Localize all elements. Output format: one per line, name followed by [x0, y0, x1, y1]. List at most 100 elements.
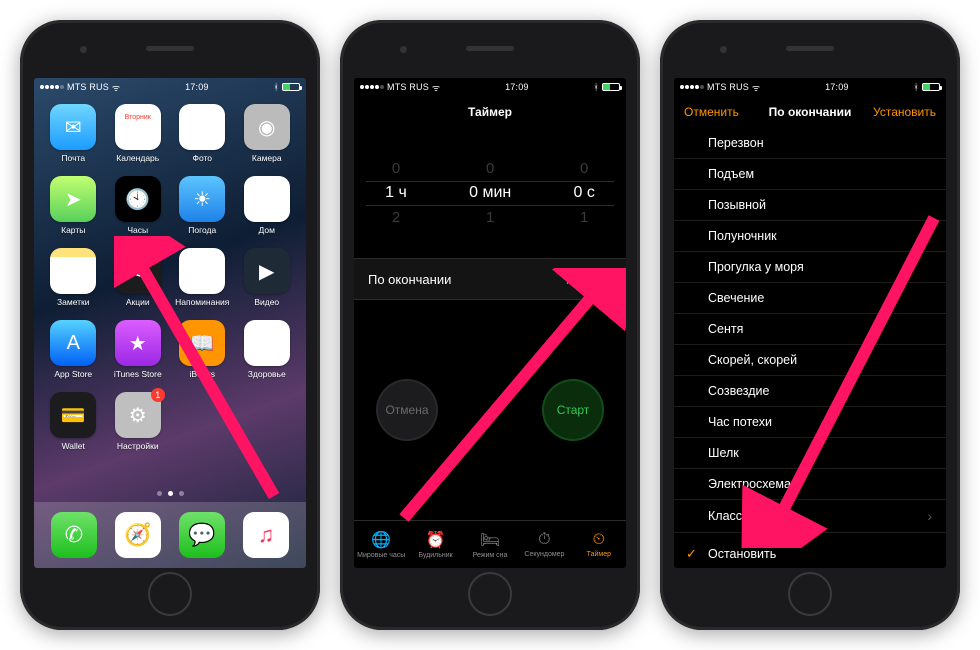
classic-label: Классические: [708, 509, 788, 523]
tab-icon: 🛏: [480, 530, 500, 550]
app-photos[interactable]: ✿Фото: [173, 104, 231, 172]
ringtone-label: Электросхема: [708, 477, 791, 491]
app-homekit[interactable]: ⌂ Дом: [238, 176, 296, 244]
tab-1[interactable]: ⏰Будильник: [408, 521, 462, 568]
app-mail[interactable]: ✉ Почта: [44, 104, 102, 172]
app-label: Почта: [61, 153, 85, 163]
time-picker[interactable]: 0 1 ч 2 0 0 мин 1 0 0 с 1: [354, 128, 626, 258]
ibooks-icon: 📖: [179, 320, 225, 366]
status-bar: MTS RUS ᯤ 17:09 ᚼ: [354, 78, 626, 96]
app-stocks[interactable]: ≋ Акции: [109, 248, 167, 316]
ringtone-item[interactable]: Перезвон: [674, 128, 946, 159]
app-video[interactable]: ▶Видео: [238, 248, 296, 316]
tab-label: Режим сна: [473, 552, 508, 559]
badge: 1: [151, 388, 165, 402]
when-timer-ends-row[interactable]: По окончании Радар ›: [354, 258, 626, 300]
app-cal[interactable]: Вторник 10Календарь: [109, 104, 167, 172]
picker-h-prev: 0: [392, 160, 400, 177]
ringtone-label: Созвездие: [708, 384, 769, 398]
tab-4[interactable]: ⏲Таймер: [572, 521, 626, 568]
ringtone-list[interactable]: ПерезвонПодъем Позывной Полуночник Прогулка…: [674, 128, 946, 568]
app-reminders[interactable]: ≡Напоминания: [173, 248, 231, 316]
tab-icon: ⏰: [426, 530, 446, 550]
dock-msg[interactable]: 💬: [179, 512, 225, 558]
app-weather[interactable]: ☀Погода: [173, 176, 231, 244]
homekit-icon: ⌂: [244, 176, 290, 222]
ringtone-item[interactable]: Подъем: [674, 159, 946, 190]
clock-label: 17:09: [505, 82, 529, 92]
cancel-button[interactable]: Отменить: [674, 96, 749, 128]
ringtone-item[interactable]: Сентя: [674, 314, 946, 345]
mail-icon: ✉: [50, 104, 96, 150]
tab-icon: ⏲: [593, 531, 605, 549]
maps-icon: ➤: [50, 176, 96, 222]
start-button[interactable]: Старт: [542, 379, 604, 441]
ringtone-label: Прогулка у моря: [708, 260, 804, 274]
status-bar: MTS RUS ᯤ 17:09 ᚼ: [674, 78, 946, 96]
picker-s-prev: 0: [580, 160, 588, 177]
bluetooth-icon: ᚼ: [593, 82, 599, 92]
ringtone-label: Позывной: [708, 198, 766, 212]
ringtone-item[interactable]: Полуночник: [674, 221, 946, 252]
signal-icon: [680, 85, 704, 89]
itunes-icon: ★: [115, 320, 161, 366]
dock-phoneic[interactable]: ✆: [51, 512, 97, 558]
app-ibooks[interactable]: 📖iBooks: [173, 320, 231, 388]
app-maps[interactable]: ➤Карты: [44, 176, 102, 244]
ringtone-item[interactable]: Созвездие: [674, 376, 946, 407]
tab-0[interactable]: 🌐Мировые часы: [354, 521, 408, 568]
front-camera: [80, 46, 87, 53]
app-settings[interactable]: ⚙1Настройки: [109, 392, 167, 460]
tab-3[interactable]: ⏱Секундомер: [517, 521, 571, 568]
app-label: Здоровье: [248, 369, 286, 379]
app-label: Акции: [126, 297, 150, 307]
set-button[interactable]: Установить: [863, 96, 946, 128]
front-camera: [400, 46, 407, 53]
home-button[interactable]: [468, 572, 512, 616]
app-label: Дом: [259, 225, 275, 235]
stop-label: Остановить: [708, 547, 776, 561]
signal-icon: [40, 85, 64, 89]
ringtone-item[interactable]: Скорей, скорей: [674, 345, 946, 376]
tab-label: Мировые часы: [357, 552, 405, 559]
ringtone-item[interactable]: Позывной: [674, 190, 946, 221]
video-icon: ▶: [244, 248, 290, 294]
app-label: Часы: [127, 225, 148, 235]
app-clock[interactable]: 🕙Часы: [109, 176, 167, 244]
bluetooth-icon: ᚼ: [913, 82, 919, 92]
dock-safari[interactable]: 🧭: [115, 512, 161, 558]
ringtone-item[interactable]: Прогулка у моря: [674, 252, 946, 283]
ringtone-item[interactable]: Шелк: [674, 438, 946, 469]
battery-icon: [922, 83, 940, 91]
ringtone-stop-playing[interactable]: ✓Остановить: [674, 533, 946, 568]
cancel-button[interactable]: Отмена: [376, 379, 438, 441]
when-ends-label: По окончании: [368, 272, 451, 287]
settings-icon: ⚙1: [115, 392, 161, 438]
home-button[interactable]: [788, 572, 832, 616]
carrier-label: MTS RUS: [67, 82, 109, 92]
picker-h-sel: 1 ч: [385, 184, 407, 202]
app-notes[interactable]: Заметки: [44, 248, 102, 316]
app-camera[interactable]: ◉Камера: [238, 104, 296, 172]
app-appstore[interactable]: AApp Store: [44, 320, 102, 388]
home-button[interactable]: [148, 572, 192, 616]
ringtone-item[interactable]: Электросхема: [674, 469, 946, 500]
tab-2[interactable]: 🛏 Режим сна: [463, 521, 517, 568]
camera-icon: ◉: [244, 104, 290, 150]
app-wallet[interactable]: 💳Wallet: [44, 392, 102, 460]
earpiece: [466, 46, 514, 51]
app-health[interactable]: ♥Здоровье: [238, 320, 296, 388]
earpiece: [786, 46, 834, 51]
dock-music[interactable]: ♫: [243, 512, 289, 558]
ringtone-classic[interactable]: Классические›: [674, 500, 946, 533]
signal-icon: [360, 85, 384, 89]
ringtone-item[interactable]: Свечение: [674, 283, 946, 314]
app-itunes[interactable]: ★iTunes Store: [109, 320, 167, 388]
stocks-icon: ≋: [115, 248, 161, 294]
ringtone-label: Полуночник: [708, 229, 777, 243]
cal-icon: Вторник 10: [115, 104, 161, 150]
ringtone-item[interactable]: Час потехи: [674, 407, 946, 438]
page-dots[interactable]: [34, 484, 306, 502]
wifi-icon: ᯤ: [752, 81, 760, 94]
tab-label: Секундомер: [524, 551, 564, 558]
